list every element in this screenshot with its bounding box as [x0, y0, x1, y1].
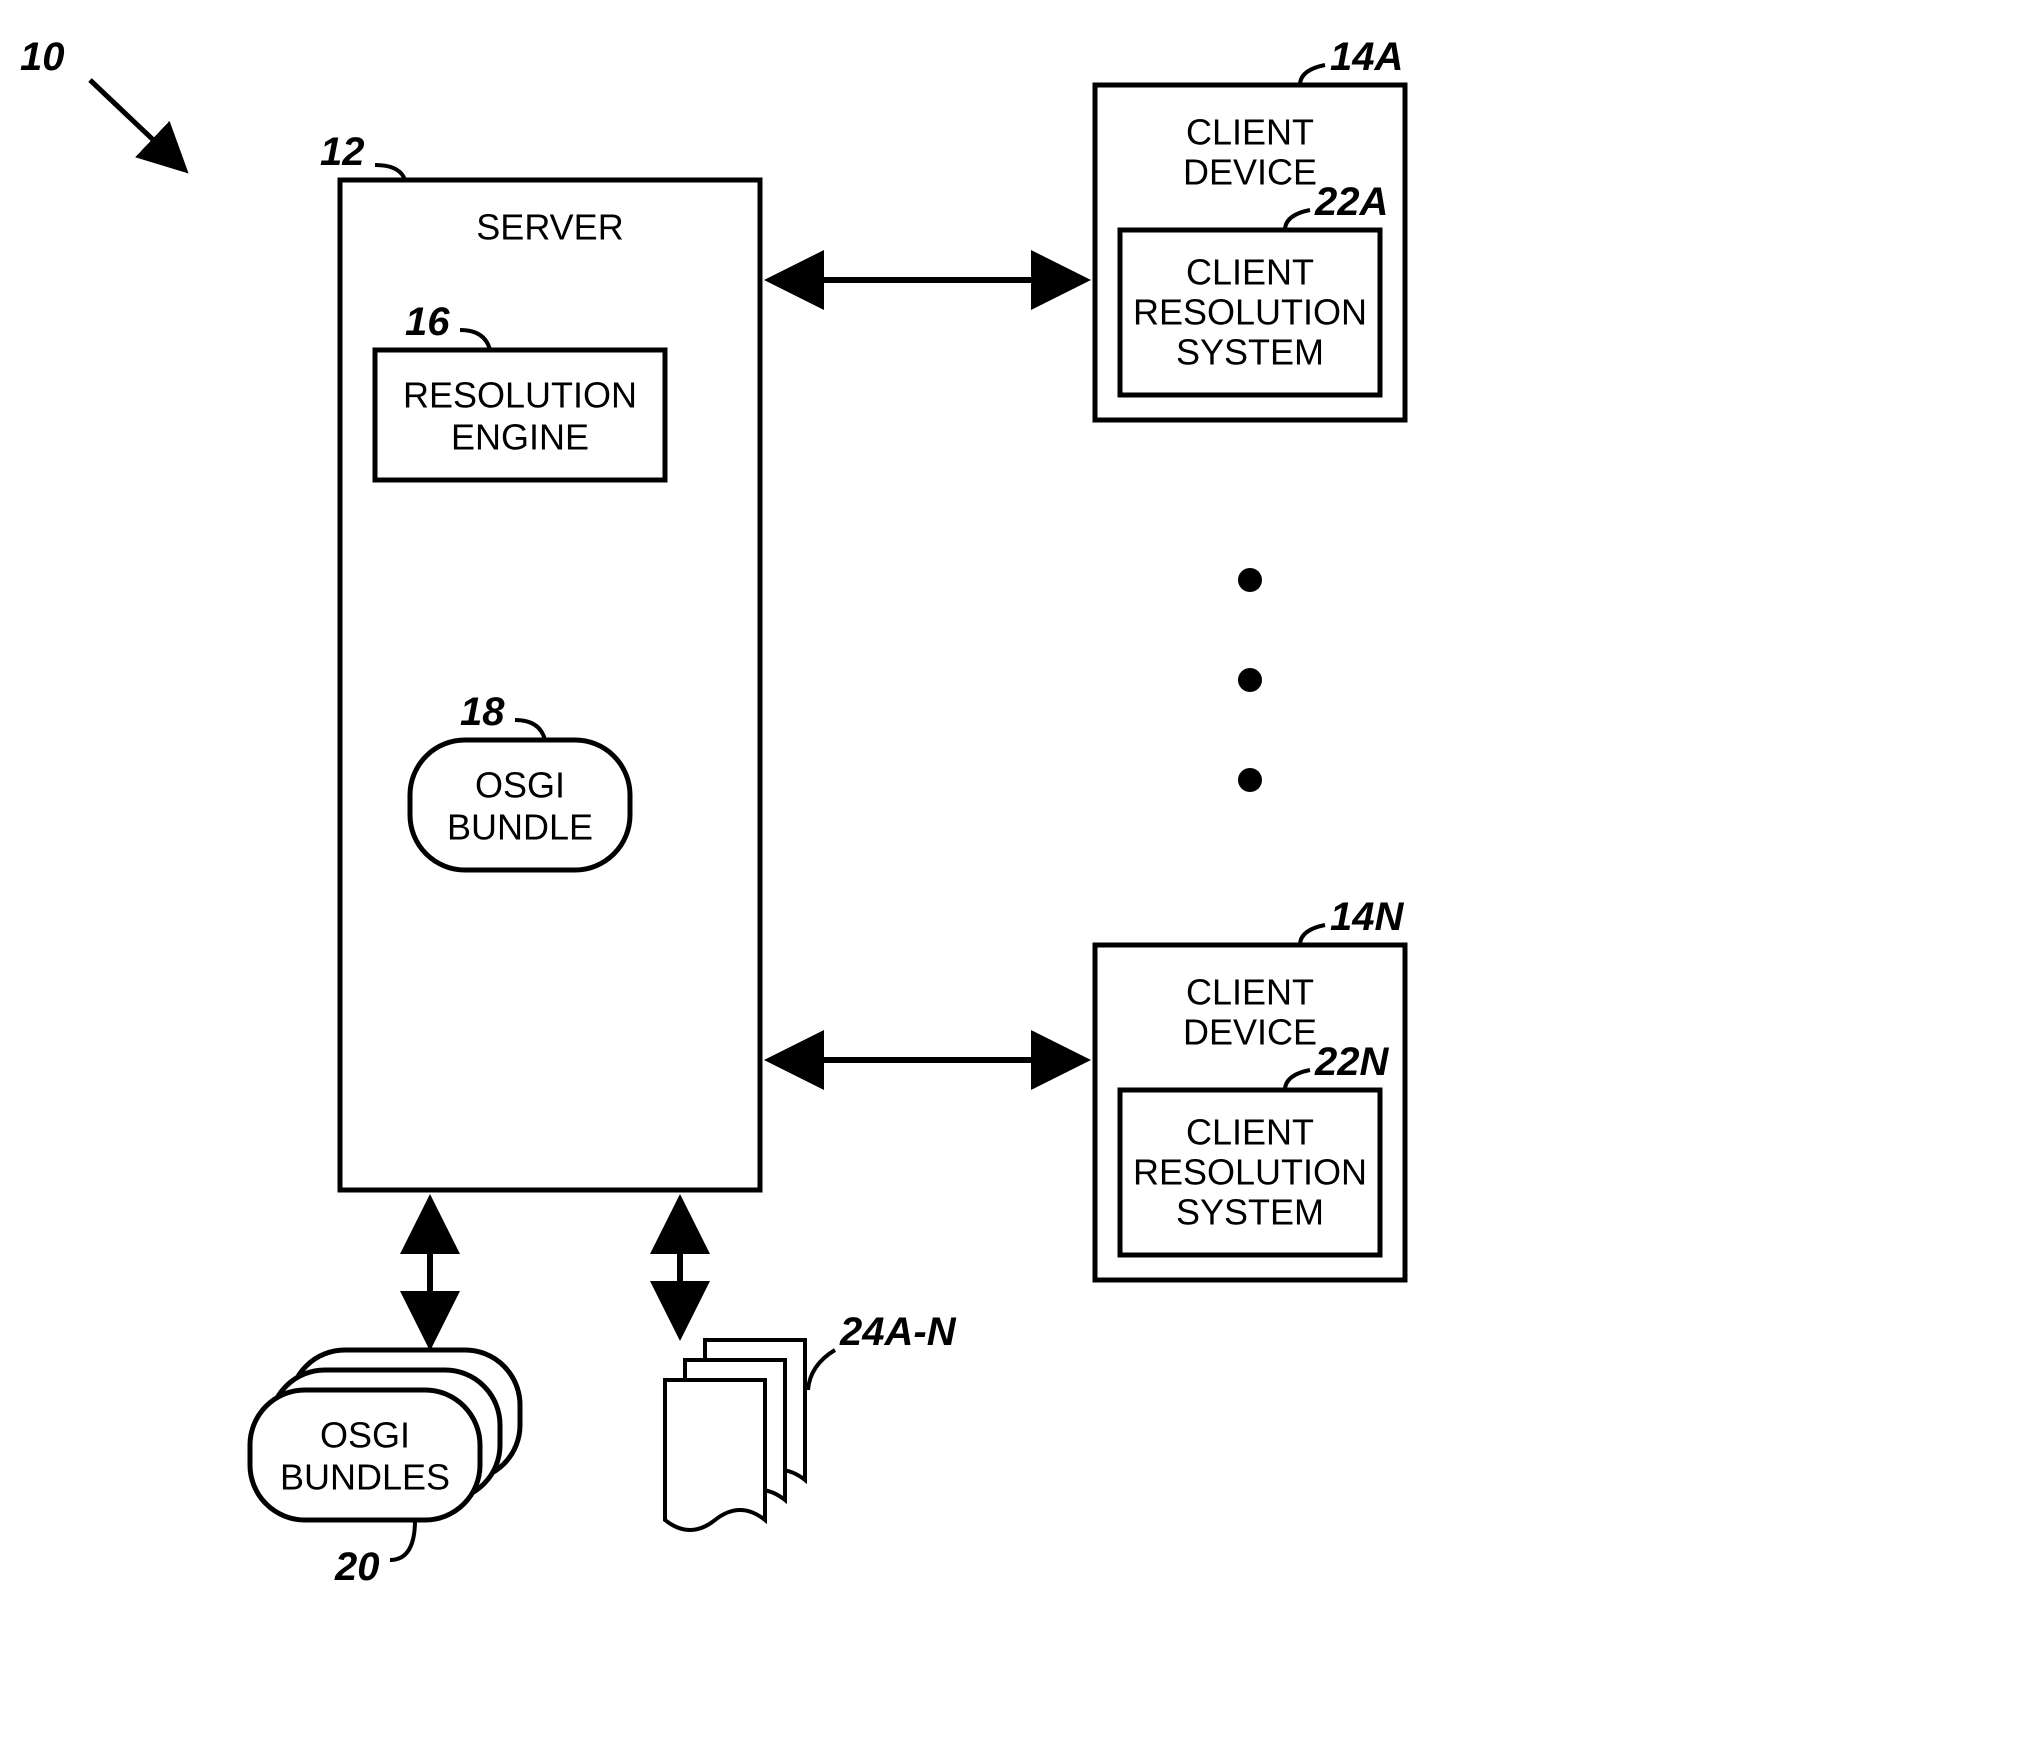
crs-a-l2: RESOLUTION	[1133, 292, 1367, 333]
client-n-t2: DEVICE	[1183, 1012, 1317, 1053]
crs-a-l1: CLIENT	[1186, 252, 1314, 293]
crs-a-ref: 22A	[1314, 180, 1388, 224]
server-title: SERVER	[476, 207, 623, 248]
osgi-bundle-l2: BUNDLE	[447, 807, 593, 848]
resolution-engine-l2: ENGINE	[451, 417, 589, 458]
osgi-bundles-stack: OSGI BUNDLES 20	[250, 1350, 520, 1589]
server-ref: 12	[320, 130, 365, 174]
server-box: SERVER 12	[320, 130, 760, 1190]
client-n-ref: 14N	[1330, 895, 1404, 939]
crs-n-l1: CLIENT	[1186, 1112, 1314, 1153]
client-a-t2: DEVICE	[1183, 152, 1317, 193]
osgi-bundle-l1: OSGI	[475, 765, 565, 806]
crs-n-ref: 22N	[1314, 1040, 1389, 1084]
resolution-engine-l1: RESOLUTION	[403, 375, 637, 416]
osgi-bundle-ref: 18	[460, 690, 505, 734]
client-n-t1: CLIENT	[1186, 972, 1314, 1013]
osgi-bundles-ref: 20	[334, 1545, 380, 1589]
documents-stack: 24A-N	[665, 1310, 957, 1530]
system-ref: 10	[20, 35, 65, 79]
docs-ref: 24A-N	[839, 1310, 957, 1354]
crs-a-l3: SYSTEM	[1176, 332, 1324, 373]
osgi-bundles-l1: OSGI	[320, 1415, 410, 1456]
client-device-n: CLIENT DEVICE 14N CLIENT RESOLUTION SYST…	[1095, 895, 1405, 1280]
resolution-engine-ref: 16	[405, 300, 450, 344]
client-a-ref: 14A	[1330, 35, 1403, 79]
crs-n-l3: SYSTEM	[1176, 1192, 1324, 1233]
system-ref-arrow: 10	[20, 35, 185, 170]
osgi-bundles-l2: BUNDLES	[280, 1457, 450, 1498]
ellipsis-dots	[1238, 568, 1262, 792]
client-a-t1: CLIENT	[1186, 112, 1314, 153]
client-device-a: CLIENT DEVICE 14A CLIENT RESOLUTION SYST…	[1095, 35, 1405, 420]
crs-n-l2: RESOLUTION	[1133, 1152, 1367, 1193]
